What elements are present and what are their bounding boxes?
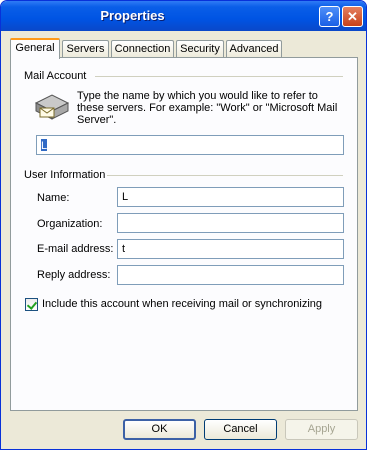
organization-input[interactable] bbox=[117, 213, 344, 233]
include-account-checkbox[interactable] bbox=[25, 298, 38, 311]
mail-account-divider bbox=[95, 76, 343, 77]
reply-address-input[interactable] bbox=[117, 265, 344, 285]
user-info-divider bbox=[107, 175, 343, 176]
help-button[interactable]: ? bbox=[319, 6, 340, 27]
mail-server-icon bbox=[34, 94, 70, 120]
name-label: Name: bbox=[37, 192, 70, 204]
close-button[interactable]: ✕ bbox=[342, 6, 363, 27]
apply-button[interactable]: Apply bbox=[285, 419, 358, 440]
email-label: E-mail address: bbox=[37, 243, 114, 255]
user-info-section-label: User Information bbox=[24, 169, 106, 181]
help-icon: ? bbox=[325, 9, 334, 24]
reply-address-label: Reply address: bbox=[37, 269, 111, 281]
include-account-label[interactable]: Include this account when receiving mail… bbox=[42, 298, 322, 310]
organization-label: Organization: bbox=[37, 218, 103, 230]
mail-account-section-label: Mail Account bbox=[24, 70, 87, 82]
tab-security[interactable]: Security bbox=[176, 40, 224, 58]
title-bar[interactable]: Properties ? ✕ bbox=[1, 1, 366, 31]
tab-connection[interactable]: Connection bbox=[111, 40, 174, 58]
checkmark-icon bbox=[26, 299, 38, 310]
tab-servers[interactable]: Servers bbox=[62, 40, 109, 58]
email-input[interactable]: t bbox=[117, 239, 344, 259]
account-name-input[interactable]: L bbox=[36, 135, 344, 155]
name-input[interactable]: L bbox=[117, 187, 344, 207]
tab-general[interactable]: General bbox=[10, 38, 60, 59]
ok-button[interactable]: OK bbox=[123, 419, 196, 440]
close-icon: ✕ bbox=[347, 9, 358, 24]
account-name-value: L bbox=[41, 139, 48, 153]
cancel-button[interactable]: Cancel bbox=[204, 419, 277, 440]
tab-advanced[interactable]: Advanced bbox=[226, 40, 282, 58]
properties-dialog: Properties ? ✕ General Servers Connectio… bbox=[0, 0, 367, 450]
mail-account-description: Type the name by which you would like to… bbox=[77, 90, 338, 126]
window-title: Properties bbox=[100, 8, 165, 23]
